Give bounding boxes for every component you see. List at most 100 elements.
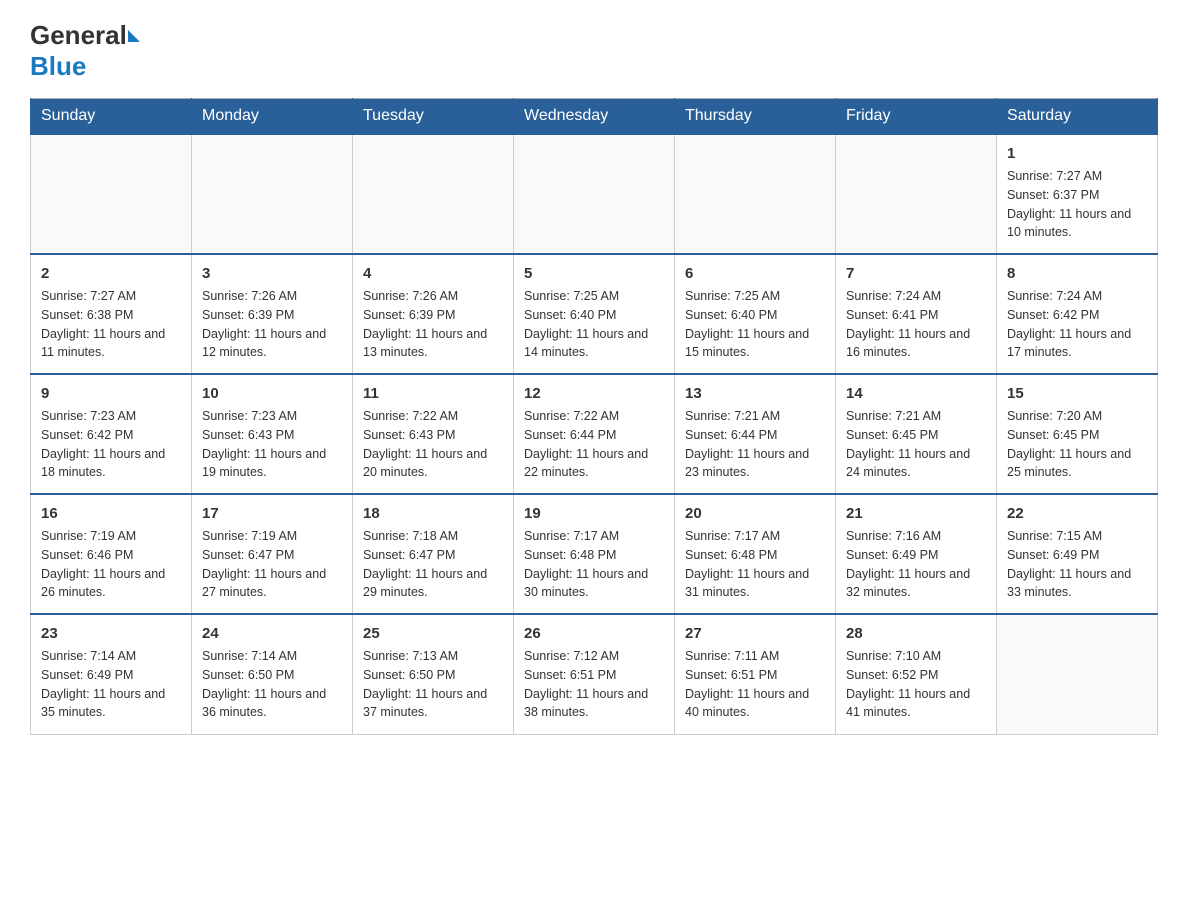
- day-info: Sunrise: 7:11 AMSunset: 6:51 PMDaylight:…: [685, 647, 825, 722]
- logo: General Blue: [30, 20, 141, 82]
- day-info: Sunrise: 7:26 AMSunset: 6:39 PMDaylight:…: [202, 287, 342, 362]
- day-number: 14: [846, 383, 986, 404]
- day-info: Sunrise: 7:22 AMSunset: 6:44 PMDaylight:…: [524, 407, 664, 482]
- calendar-cell: 16Sunrise: 7:19 AMSunset: 6:46 PMDayligh…: [31, 494, 192, 614]
- day-info: Sunrise: 7:24 AMSunset: 6:41 PMDaylight:…: [846, 287, 986, 362]
- day-number: 22: [1007, 503, 1147, 524]
- calendar-cell: 21 Sunrise: 7:16 AMSunset: 6:49 PMDayligh…: [836, 494, 997, 614]
- day-info: Sunrise: 7:25 AMSunset: 6:40 PMDaylight:…: [685, 287, 825, 362]
- calendar-cell: 4 Sunrise: 7:26 AMSunset: 6:39 PMDaylight…: [353, 254, 514, 374]
- day-number: 9: [41, 383, 181, 404]
- day-info: Sunrise: 7:27 AMSunset: 6:38 PMDaylight:…: [41, 287, 181, 362]
- day-number: 8: [1007, 263, 1147, 284]
- calendar-cell: 19 Sunrise: 7:17 AMSunset: 6:48 PMDayligh…: [514, 494, 675, 614]
- day-info: Sunrise: 7:23 AMSunset: 6:43 PMDaylight:…: [202, 407, 342, 482]
- calendar-cell: [997, 614, 1158, 734]
- day-number: 28: [846, 623, 986, 644]
- day-info: Sunrise: 7:16 AMSunset: 6:49 PMDaylight:…: [846, 527, 986, 602]
- day-info: Sunrise: 7:23 AMSunset: 6:42 PMDaylight:…: [41, 407, 181, 482]
- calendar-cell: 3 Sunrise: 7:26 AMSunset: 6:39 PMDaylight…: [192, 254, 353, 374]
- day-info: Sunrise: 7:22 AMSunset: 6:43 PMDaylight:…: [363, 407, 503, 482]
- calendar-cell: 10 Sunrise: 7:23 AMSunset: 6:43 PMDayligh…: [192, 374, 353, 494]
- logo-blue-text: Blue: [30, 51, 86, 82]
- day-info: Sunrise: 7:15 AMSunset: 6:49 PMDaylight:…: [1007, 527, 1147, 602]
- calendar-week-3: 9 Sunrise: 7:23 AMSunset: 6:42 PMDaylight…: [31, 374, 1158, 494]
- calendar-cell: 22 Sunrise: 7:15 AMSunset: 6:49 PMDayligh…: [997, 494, 1158, 614]
- day-info: Sunrise: 7:13 AMSunset: 6:50 PMDaylight:…: [363, 647, 503, 722]
- calendar-cell: 9 Sunrise: 7:23 AMSunset: 6:42 PMDaylight…: [31, 374, 192, 494]
- day-info: Sunrise: 7:25 AMSunset: 6:40 PMDaylight:…: [524, 287, 664, 362]
- day-number: 4: [363, 263, 503, 284]
- day-info: Sunrise: 7:18 AMSunset: 6:47 PMDaylight:…: [363, 527, 503, 602]
- day-number: 11: [363, 383, 503, 404]
- calendar-cell: 6 Sunrise: 7:25 AMSunset: 6:40 PMDaylight…: [675, 254, 836, 374]
- calendar-cell: [192, 134, 353, 254]
- day-number: 6: [685, 263, 825, 284]
- day-number: 10: [202, 383, 342, 404]
- day-info: Sunrise: 7:27 AMSunset: 6:37 PMDaylight:…: [1007, 167, 1147, 242]
- day-number: 24: [202, 623, 342, 644]
- calendar-cell: 7 Sunrise: 7:24 AMSunset: 6:41 PMDaylight…: [836, 254, 997, 374]
- calendar-cell: 25 Sunrise: 7:13 AMSunset: 6:50 PMDayligh…: [353, 614, 514, 734]
- calendar-cell: 26 Sunrise: 7:12 AMSunset: 6:51 PMDayligh…: [514, 614, 675, 734]
- logo-general-text: General: [30, 20, 127, 51]
- calendar-cell: 13Sunrise: 7:21 AMSunset: 6:44 PMDayligh…: [675, 374, 836, 494]
- calendar-cell: 8 Sunrise: 7:24 AMSunset: 6:42 PMDaylight…: [997, 254, 1158, 374]
- day-number: 13: [685, 383, 825, 404]
- page-header: General Blue: [30, 20, 1158, 82]
- calendar-cell: 5 Sunrise: 7:25 AMSunset: 6:40 PMDaylight…: [514, 254, 675, 374]
- day-info: Sunrise: 7:26 AMSunset: 6:39 PMDaylight:…: [363, 287, 503, 362]
- day-number: 3: [202, 263, 342, 284]
- day-info: Sunrise: 7:14 AMSunset: 6:50 PMDaylight:…: [202, 647, 342, 722]
- day-info: Sunrise: 7:24 AMSunset: 6:42 PMDaylight:…: [1007, 287, 1147, 362]
- weekday-header-monday: Monday: [192, 99, 353, 135]
- day-number: 27: [685, 623, 825, 644]
- day-number: 20: [685, 503, 825, 524]
- day-number: 18: [363, 503, 503, 524]
- day-number: 17: [202, 503, 342, 524]
- day-info: Sunrise: 7:19 AMSunset: 6:46 PMDaylight:…: [41, 527, 181, 602]
- day-number: 5: [524, 263, 664, 284]
- day-info: Sunrise: 7:20 AMSunset: 6:45 PMDaylight:…: [1007, 407, 1147, 482]
- calendar-cell: 14 Sunrise: 7:21 AMSunset: 6:45 PMDayligh…: [836, 374, 997, 494]
- weekday-header-wednesday: Wednesday: [514, 99, 675, 135]
- day-info: Sunrise: 7:19 AMSunset: 6:47 PMDaylight:…: [202, 527, 342, 602]
- calendar-cell: [836, 134, 997, 254]
- calendar-table: SundayMondayTuesdayWednesdayThursdayFrid…: [30, 98, 1158, 735]
- weekday-header-tuesday: Tuesday: [353, 99, 514, 135]
- day-info: Sunrise: 7:21 AMSunset: 6:45 PMDaylight:…: [846, 407, 986, 482]
- calendar-week-2: 2Sunrise: 7:27 AMSunset: 6:38 PMDaylight…: [31, 254, 1158, 374]
- day-info: Sunrise: 7:12 AMSunset: 6:51 PMDaylight:…: [524, 647, 664, 722]
- calendar-cell: 15 Sunrise: 7:20 AMSunset: 6:45 PMDayligh…: [997, 374, 1158, 494]
- day-number: 7: [846, 263, 986, 284]
- calendar-cell: 17 Sunrise: 7:19 AMSunset: 6:47 PMDayligh…: [192, 494, 353, 614]
- day-number: 1: [1007, 143, 1147, 164]
- weekday-header-sunday: Sunday: [31, 99, 192, 135]
- calendar-cell: 18 Sunrise: 7:18 AMSunset: 6:47 PMDayligh…: [353, 494, 514, 614]
- calendar-cell: [31, 134, 192, 254]
- calendar-cell: [675, 134, 836, 254]
- weekday-header-thursday: Thursday: [675, 99, 836, 135]
- calendar-cell: 23Sunrise: 7:14 AMSunset: 6:49 PMDayligh…: [31, 614, 192, 734]
- calendar-cell: 27 Sunrise: 7:11 AMSunset: 6:51 PMDayligh…: [675, 614, 836, 734]
- day-info: Sunrise: 7:17 AMSunset: 6:48 PMDaylight:…: [524, 527, 664, 602]
- calendar-week-5: 23Sunrise: 7:14 AMSunset: 6:49 PMDayligh…: [31, 614, 1158, 734]
- day-info: Sunrise: 7:14 AMSunset: 6:49 PMDaylight:…: [41, 647, 181, 722]
- day-number: 12: [524, 383, 664, 404]
- calendar-cell: 20 Sunrise: 7:17 AMSunset: 6:48 PMDayligh…: [675, 494, 836, 614]
- day-number: 25: [363, 623, 503, 644]
- weekday-header-friday: Friday: [836, 99, 997, 135]
- calendar-cell: 24 Sunrise: 7:14 AMSunset: 6:50 PMDayligh…: [192, 614, 353, 734]
- calendar-cell: 28Sunrise: 7:10 AMSunset: 6:52 PMDayligh…: [836, 614, 997, 734]
- calendar-cell: 1 Sunrise: 7:27 AMSunset: 6:37 PMDaylight…: [997, 134, 1158, 254]
- day-number: 15: [1007, 383, 1147, 404]
- day-info: Sunrise: 7:17 AMSunset: 6:48 PMDaylight:…: [685, 527, 825, 602]
- weekday-header-row: SundayMondayTuesdayWednesdayThursdayFrid…: [31, 99, 1158, 135]
- calendar-cell: 2Sunrise: 7:27 AMSunset: 6:38 PMDaylight…: [31, 254, 192, 374]
- calendar-cell: [353, 134, 514, 254]
- logo-triangle-icon: [128, 30, 140, 42]
- calendar-week-4: 16Sunrise: 7:19 AMSunset: 6:46 PMDayligh…: [31, 494, 1158, 614]
- day-number: 21: [846, 503, 986, 524]
- day-number: 19: [524, 503, 664, 524]
- day-number: 26: [524, 623, 664, 644]
